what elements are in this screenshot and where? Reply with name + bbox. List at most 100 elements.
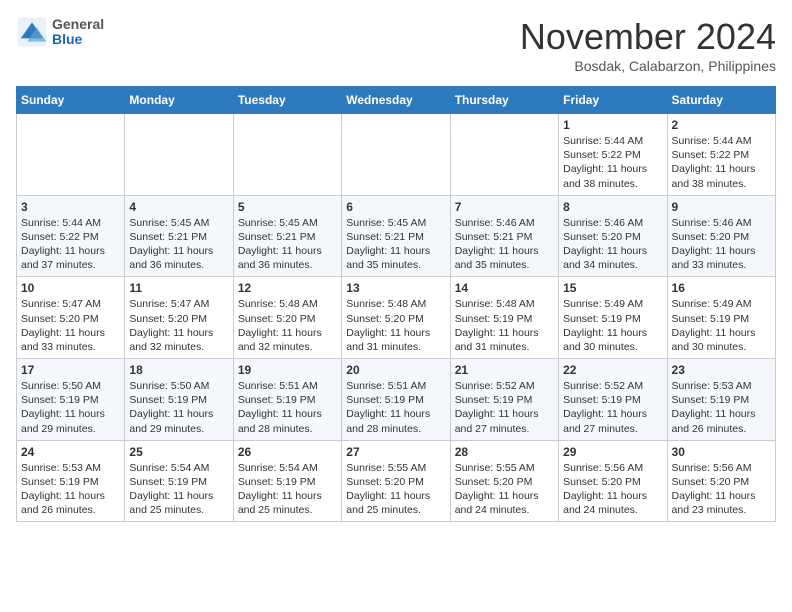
day-info: Sunrise: 5:56 AMSunset: 5:20 PMDaylight:… [563, 461, 662, 518]
day-number: 17 [21, 363, 120, 377]
day-number: 12 [238, 281, 337, 295]
day-number: 26 [238, 445, 337, 459]
calendar-cell [342, 114, 450, 196]
day-number: 18 [129, 363, 228, 377]
day-number: 7 [455, 200, 554, 214]
day-info: Sunrise: 5:51 AMSunset: 5:19 PMDaylight:… [346, 379, 445, 436]
day-info: Sunrise: 5:47 AMSunset: 5:20 PMDaylight:… [129, 297, 228, 354]
calendar-cell: 11 Sunrise: 5:47 AMSunset: 5:20 PMDayligh… [125, 277, 233, 359]
day-header-wednesday: Wednesday [342, 87, 450, 114]
calendar-week-row: 24 Sunrise: 5:53 AMSunset: 5:19 PMDayligh… [17, 440, 776, 522]
day-number: 16 [672, 281, 771, 295]
day-number: 25 [129, 445, 228, 459]
day-header-monday: Monday [125, 87, 233, 114]
page-header: General Blue November 2024 Bosdak, Calab… [16, 16, 776, 74]
day-info: Sunrise: 5:46 AMSunset: 5:21 PMDaylight:… [455, 216, 554, 273]
day-info: Sunrise: 5:46 AMSunset: 5:20 PMDaylight:… [672, 216, 771, 273]
day-info: Sunrise: 5:53 AMSunset: 5:19 PMDaylight:… [21, 461, 120, 518]
day-header-thursday: Thursday [450, 87, 558, 114]
calendar-cell: 9 Sunrise: 5:46 AMSunset: 5:20 PMDaylight… [667, 195, 775, 277]
calendar-cell: 7 Sunrise: 5:46 AMSunset: 5:21 PMDaylight… [450, 195, 558, 277]
calendar-cell: 6 Sunrise: 5:45 AMSunset: 5:21 PMDaylight… [342, 195, 450, 277]
calendar-cell [125, 114, 233, 196]
day-info: Sunrise: 5:45 AMSunset: 5:21 PMDaylight:… [346, 216, 445, 273]
calendar-cell: 13Sunrise: 5:48 AMSunset: 5:20 PMDayligh… [342, 277, 450, 359]
calendar-week-row: 17 Sunrise: 5:50 AMSunset: 5:19 PMDayligh… [17, 359, 776, 441]
calendar-cell: 28Sunrise: 5:55 AMSunset: 5:20 PMDayligh… [450, 440, 558, 522]
calendar-cell [450, 114, 558, 196]
day-info: Sunrise: 5:44 AMSunset: 5:22 PMDaylight:… [21, 216, 120, 273]
calendar-cell: 27 Sunrise: 5:55 AMSunset: 5:20 PMDayligh… [342, 440, 450, 522]
day-number: 2 [672, 118, 771, 132]
calendar-cell: 22Sunrise: 5:52 AMSunset: 5:19 PMDayligh… [559, 359, 667, 441]
day-info: Sunrise: 5:44 AMSunset: 5:22 PMDaylight:… [563, 134, 662, 191]
logo: General Blue [16, 16, 104, 48]
logo-general: General [52, 17, 104, 32]
calendar-week-row: 1 Sunrise: 5:44 AMSunset: 5:22 PMDaylight… [17, 114, 776, 196]
logo-text: General Blue [52, 17, 104, 48]
day-number: 27 [346, 445, 445, 459]
title-area: November 2024 Bosdak, Calabarzon, Philip… [520, 16, 776, 74]
calendar-week-row: 3 Sunrise: 5:44 AMSunset: 5:22 PMDaylight… [17, 195, 776, 277]
day-number: 11 [129, 281, 228, 295]
calendar-cell: 29Sunrise: 5:56 AMSunset: 5:20 PMDayligh… [559, 440, 667, 522]
day-number: 21 [455, 363, 554, 377]
calendar-cell: 14Sunrise: 5:48 AMSunset: 5:19 PMDayligh… [450, 277, 558, 359]
day-number: 13 [346, 281, 445, 295]
day-number: 14 [455, 281, 554, 295]
day-info: Sunrise: 5:44 AMSunset: 5:22 PMDaylight:… [672, 134, 771, 191]
day-info: Sunrise: 5:47 AMSunset: 5:20 PMDaylight:… [21, 297, 120, 354]
calendar-table: SundayMondayTuesdayWednesdayThursdayFrid… [16, 86, 776, 522]
day-info: Sunrise: 5:53 AMSunset: 5:19 PMDaylight:… [672, 379, 771, 436]
day-number: 23 [672, 363, 771, 377]
calendar-cell: 2 Sunrise: 5:44 AMSunset: 5:22 PMDaylight… [667, 114, 775, 196]
day-number: 24 [21, 445, 120, 459]
calendar-cell: 20Sunrise: 5:51 AMSunset: 5:19 PMDayligh… [342, 359, 450, 441]
calendar-cell [233, 114, 341, 196]
day-number: 22 [563, 363, 662, 377]
calendar-cell: 3 Sunrise: 5:44 AMSunset: 5:22 PMDaylight… [17, 195, 125, 277]
day-number: 3 [21, 200, 120, 214]
day-info: Sunrise: 5:51 AMSunset: 5:19 PMDaylight:… [238, 379, 337, 436]
day-number: 9 [672, 200, 771, 214]
day-header-sunday: Sunday [17, 87, 125, 114]
calendar-cell: 15 Sunrise: 5:49 AMSunset: 5:19 PMDayligh… [559, 277, 667, 359]
day-number: 19 [238, 363, 337, 377]
day-info: Sunrise: 5:54 AMSunset: 5:19 PMDaylight:… [129, 461, 228, 518]
calendar-cell [17, 114, 125, 196]
day-number: 4 [129, 200, 228, 214]
day-number: 10 [21, 281, 120, 295]
day-number: 5 [238, 200, 337, 214]
day-number: 8 [563, 200, 662, 214]
calendar-cell: 1 Sunrise: 5:44 AMSunset: 5:22 PMDaylight… [559, 114, 667, 196]
calendar-cell: 18 Sunrise: 5:50 AMSunset: 5:19 PMDayligh… [125, 359, 233, 441]
calendar-cell: 10 Sunrise: 5:47 AMSunset: 5:20 PMDayligh… [17, 277, 125, 359]
day-number: 30 [672, 445, 771, 459]
calendar-cell: 21 Sunrise: 5:52 AMSunset: 5:19 PMDayligh… [450, 359, 558, 441]
day-info: Sunrise: 5:45 AMSunset: 5:21 PMDaylight:… [238, 216, 337, 273]
calendar-cell: 5 Sunrise: 5:45 AMSunset: 5:21 PMDaylight… [233, 195, 341, 277]
day-info: Sunrise: 5:45 AMSunset: 5:21 PMDaylight:… [129, 216, 228, 273]
day-header-friday: Friday [559, 87, 667, 114]
calendar-cell: 23 Sunrise: 5:53 AMSunset: 5:19 PMDayligh… [667, 359, 775, 441]
day-number: 6 [346, 200, 445, 214]
calendar-cell: 19 Sunrise: 5:51 AMSunset: 5:19 PMDayligh… [233, 359, 341, 441]
calendar-cell: 26Sunrise: 5:54 AMSunset: 5:19 PMDayligh… [233, 440, 341, 522]
calendar-week-row: 10 Sunrise: 5:47 AMSunset: 5:20 PMDayligh… [17, 277, 776, 359]
day-info: Sunrise: 5:50 AMSunset: 5:19 PMDaylight:… [129, 379, 228, 436]
location: Bosdak, Calabarzon, Philippines [520, 58, 776, 74]
day-info: Sunrise: 5:49 AMSunset: 5:19 PMDaylight:… [672, 297, 771, 354]
day-header-saturday: Saturday [667, 87, 775, 114]
day-number: 1 [563, 118, 662, 132]
calendar-cell: 25 Sunrise: 5:54 AMSunset: 5:19 PMDayligh… [125, 440, 233, 522]
calendar-cell: 4 Sunrise: 5:45 AMSunset: 5:21 PMDaylight… [125, 195, 233, 277]
day-info: Sunrise: 5:49 AMSunset: 5:19 PMDaylight:… [563, 297, 662, 354]
day-info: Sunrise: 5:46 AMSunset: 5:20 PMDaylight:… [563, 216, 662, 273]
day-info: Sunrise: 5:55 AMSunset: 5:20 PMDaylight:… [455, 461, 554, 518]
day-info: Sunrise: 5:52 AMSunset: 5:19 PMDaylight:… [455, 379, 554, 436]
day-number: 15 [563, 281, 662, 295]
day-info: Sunrise: 5:55 AMSunset: 5:20 PMDaylight:… [346, 461, 445, 518]
calendar-header-row: SundayMondayTuesdayWednesdayThursdayFrid… [17, 87, 776, 114]
logo-blue: Blue [52, 32, 104, 47]
calendar-cell: 17Sunrise: 5:50 AMSunset: 5:19 PMDayligh… [17, 359, 125, 441]
